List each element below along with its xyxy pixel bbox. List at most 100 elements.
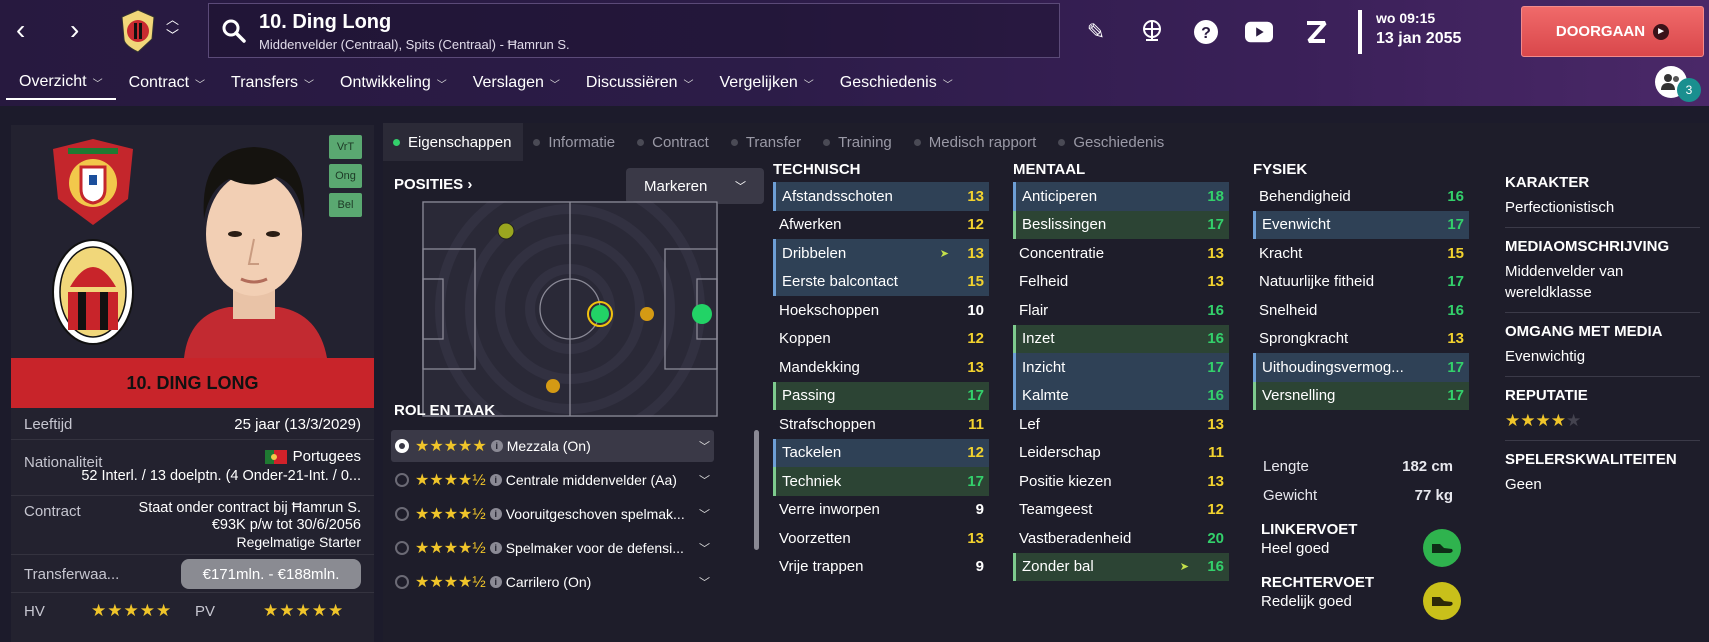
- tab-training[interactable]: Training: [813, 123, 904, 161]
- tab-informatie[interactable]: Informatie: [523, 123, 627, 161]
- attr-positie-kiezen[interactable]: Positie kiezen 13: [1013, 467, 1229, 496]
- attr-vastberadenheid[interactable]: Vastberadenheid 20: [1013, 524, 1229, 553]
- transfer-value-pill[interactable]: €171mln. - €188mln.: [181, 559, 361, 589]
- tab-geschiedenis[interactable]: Geschiedenis: [1048, 123, 1176, 161]
- position-dot[interactable]: [692, 304, 712, 324]
- mark-dropdown[interactable]: Markeren ﹀: [626, 168, 764, 204]
- position-dot-natural[interactable]: [591, 305, 609, 323]
- forward-arrow-icon[interactable]: ›: [70, 16, 79, 44]
- badge-bel[interactable]: Bel: [329, 193, 362, 217]
- chevron-down-icon[interactable]: ﹀: [699, 438, 710, 454]
- info-icon[interactable]: i: [489, 508, 502, 520]
- chevron-down-icon[interactable]: ﹀: [699, 472, 710, 488]
- attr-zonder-bal[interactable]: Zonder bal ➤ 16: [1013, 552, 1229, 581]
- role-row[interactable]: ★★★★½ i Carrilero (On) ﹀: [391, 566, 714, 598]
- attr-leiderschap[interactable]: Leiderschap 11: [1013, 439, 1229, 468]
- attr-flair[interactable]: Flair 16: [1013, 296, 1229, 325]
- tab-eigenschappen[interactable]: Eigenschappen: [383, 123, 524, 161]
- edit-pencil-icon[interactable]: ✎: [1082, 18, 1110, 46]
- chevron-down-icon[interactable]: ﹀: [699, 540, 710, 556]
- attr-lef[interactable]: Lef 13: [1013, 410, 1229, 439]
- attr-evenwicht[interactable]: Evenwicht 17: [1253, 210, 1469, 239]
- tab-transfer[interactable]: Transfer: [721, 123, 813, 161]
- role-row[interactable]: ★★★★★ i Mezzala (On) ﹀: [391, 430, 714, 462]
- attr-kalmte[interactable]: Kalmte 16: [1013, 381, 1229, 410]
- tab-contract[interactable]: Contract: [627, 123, 721, 161]
- menu-discussieren[interactable]: Discussiëren ﹀: [573, 66, 707, 100]
- attr-koppen[interactable]: Koppen 12: [773, 325, 989, 354]
- radio[interactable]: [395, 473, 409, 487]
- attr-inzicht[interactable]: Inzicht 17: [1013, 353, 1229, 382]
- club-crest-icon[interactable]: [120, 9, 156, 53]
- attr-felheid[interactable]: Felheid 13: [1013, 268, 1229, 297]
- attr-mandekking[interactable]: Mandekking 13: [773, 353, 989, 382]
- attr-beslissingen[interactable]: Beslissingen 17: [1013, 210, 1229, 239]
- attr-behendigheid[interactable]: Behendigheid 16: [1253, 182, 1469, 211]
- menu-overzicht[interactable]: Overzicht ﹀: [6, 66, 116, 100]
- attr-dribbelen[interactable]: Dribbelen ➤ 13: [773, 239, 989, 268]
- attr-techniek[interactable]: Techniek 17: [773, 467, 989, 496]
- radio-selected[interactable]: [395, 439, 409, 453]
- positions-header[interactable]: POSITIES ›: [394, 176, 472, 193]
- positions-pitch[interactable]: [422, 201, 718, 417]
- info-icon[interactable]: i: [489, 542, 502, 554]
- roles-scrollbar[interactable]: [754, 430, 759, 550]
- attr-snelheid[interactable]: Snelheid 16: [1253, 296, 1469, 325]
- attr-inzet[interactable]: Inzet 16: [1013, 324, 1229, 353]
- club-emblem-icon[interactable]: [48, 237, 138, 347]
- national-team-crest-icon[interactable]: [48, 137, 138, 227]
- attr-teamgeest[interactable]: Teamgeest 12: [1013, 496, 1229, 525]
- attr-concentratie[interactable]: Concentratie 13: [1013, 239, 1229, 268]
- badge-ong[interactable]: Ong: [329, 164, 362, 188]
- info-icon[interactable]: i: [489, 474, 502, 486]
- position-dot[interactable]: [546, 379, 560, 393]
- attr-vrije-trappen[interactable]: Vrije trappen 9: [773, 553, 989, 582]
- search-icon[interactable]: [221, 18, 247, 44]
- attr-eerste-balcontact[interactable]: Eerste balcontact 15: [773, 267, 989, 296]
- attr-hoekschoppen[interactable]: Hoekschoppen 10: [773, 296, 989, 325]
- attr-natuurlijke-fitheid[interactable]: Natuurlijke fitheid 17: [1253, 268, 1469, 297]
- game-date[interactable]: wo 09:15 13 jan 2055: [1358, 10, 1461, 54]
- attr-sprongkracht[interactable]: Sprongkracht 13: [1253, 325, 1469, 354]
- attr-afstandsschoten[interactable]: Afstandsschoten 13: [773, 182, 989, 211]
- attr-uithoudingsvermogen[interactable]: Uithoudingsvermog... 17: [1253, 353, 1469, 382]
- youtube-icon[interactable]: [1245, 18, 1273, 46]
- help-icon[interactable]: ?: [1192, 18, 1220, 46]
- attr-afwerken[interactable]: Afwerken 12: [773, 211, 989, 240]
- tab-medisch-rapport[interactable]: Medisch rapport: [904, 123, 1049, 161]
- zeal-z-icon[interactable]: [1302, 18, 1330, 46]
- back-arrow-icon[interactable]: ‹: [16, 16, 25, 44]
- chevron-down-icon[interactable]: ﹀: [699, 506, 710, 522]
- attr-versnelling[interactable]: Versnelling 17: [1253, 381, 1469, 410]
- attr-verre-inworpen[interactable]: Verre inworpen 9: [773, 496, 989, 525]
- menu-vergelijken[interactable]: Vergelijken ﹀: [707, 66, 827, 100]
- badge-vrt[interactable]: VrT: [329, 135, 362, 159]
- attr-kracht[interactable]: Kracht 15: [1253, 239, 1469, 268]
- radio[interactable]: [395, 575, 409, 589]
- role-row[interactable]: ★★★★½ i Spelmaker voor de defensi... ﹀: [391, 532, 714, 564]
- position-dot[interactable]: [640, 307, 654, 321]
- menu-verslagen[interactable]: Verslagen ﹀: [460, 66, 573, 100]
- updown-chevron-icon[interactable]: ︿ ﹀: [166, 12, 179, 44]
- globe-icon[interactable]: [1138, 18, 1166, 46]
- radio[interactable]: [395, 541, 409, 555]
- info-icon[interactable]: i: [489, 576, 502, 588]
- friends-icon[interactable]: 3: [1655, 66, 1701, 102]
- menu-transfers[interactable]: Transfers ﹀: [218, 66, 327, 100]
- attr-passing[interactable]: Passing 17: [773, 381, 989, 410]
- position-dot[interactable]: [497, 222, 515, 240]
- attr-anticiperen[interactable]: Anticiperen 18: [1013, 182, 1229, 211]
- nationality-value[interactable]: Portugees: [264, 448, 361, 465]
- info-icon[interactable]: i: [490, 440, 503, 452]
- attr-tackelen[interactable]: Tackelen 12: [773, 438, 989, 467]
- menu-geschiedenis[interactable]: Geschiedenis ﹀: [827, 66, 966, 100]
- chevron-down-icon[interactable]: ﹀: [699, 574, 710, 590]
- menu-contract[interactable]: Contract ﹀: [116, 66, 218, 100]
- role-row[interactable]: ★★★★½ i Vooruitgeschoven spelmak... ﹀: [391, 498, 714, 530]
- player-search-box[interactable]: 10. Ding Long Middenvelder (Centraal), S…: [208, 3, 1060, 58]
- menu-ontwikkeling[interactable]: Ontwikkeling ﹀: [327, 66, 460, 100]
- radio[interactable]: [395, 507, 409, 521]
- attr-strafschoppen[interactable]: Strafschoppen 11: [773, 410, 989, 439]
- continue-button[interactable]: DOORGAAN ►: [1521, 6, 1704, 57]
- attr-voorzetten[interactable]: Voorzetten 13: [773, 524, 989, 553]
